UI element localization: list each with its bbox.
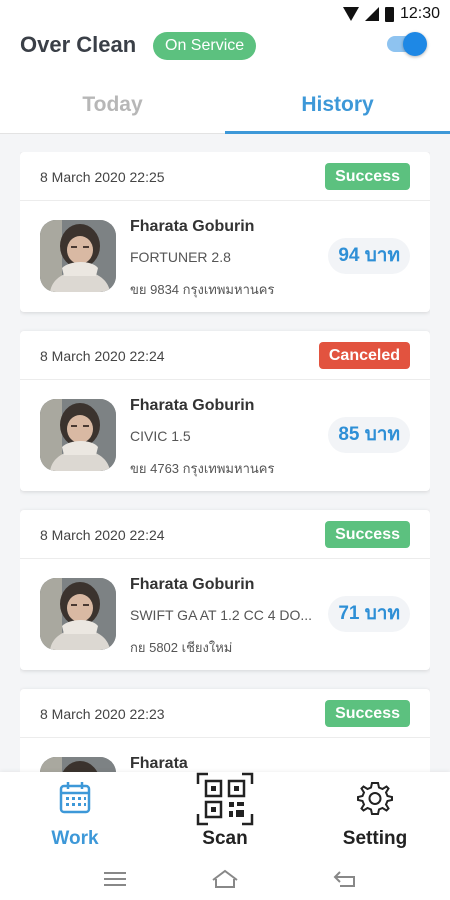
signal-icon	[364, 7, 379, 21]
divider	[20, 379, 430, 380]
battery-icon	[384, 6, 394, 22]
tab-bar: Today History	[0, 82, 450, 134]
order-date: 8 March 2020 22:25	[40, 169, 165, 185]
nav-setting-label: Setting	[342, 828, 408, 849]
app-header: Over Clean On Service	[0, 30, 450, 82]
order-card[interactable]: 8 March 2020 22:23 Success Fharata	[20, 689, 430, 772]
car-model: CIVIC 1.5	[130, 428, 191, 444]
home-icon[interactable]	[210, 866, 240, 892]
customer-name: Fharata	[130, 755, 188, 772]
license-plate: กย 5802 เชียงใหม่	[130, 640, 233, 655]
system-navigation-bar	[0, 860, 450, 900]
service-toggle[interactable]	[385, 32, 427, 56]
order-card[interactable]: 8 March 2020 22:24 Success Fharata Gobur…	[20, 510, 430, 670]
clock-time: 12:30	[399, 5, 440, 22]
calendar-icon	[57, 780, 93, 821]
wifi-icon	[342, 7, 359, 21]
menu-icon[interactable]	[100, 866, 130, 892]
order-card[interactable]: 8 March 2020 22:24 Canceled Fharata Gobu…	[20, 331, 430, 491]
divider	[20, 558, 430, 559]
customer-name: Fharata Goburin	[130, 576, 255, 593]
price-badge: 85 บาท	[328, 417, 410, 453]
order-card[interactable]: 8 March 2020 22:25 Success Fharata Gobur…	[20, 152, 430, 312]
divider	[20, 737, 430, 738]
price-badge: 71 บาท	[328, 596, 410, 632]
order-date: 8 March 2020 22:24	[40, 527, 165, 543]
toggle-knob	[403, 32, 427, 56]
history-list[interactable]: 8 March 2020 22:25 Success Fharata Gobur…	[20, 152, 430, 772]
avatar	[40, 757, 116, 772]
order-date: 8 March 2020 22:23	[40, 706, 165, 722]
avatar	[40, 220, 116, 292]
car-model: SWIFT GA AT 1.2 CC 4 DO...	[130, 607, 313, 623]
tab-today[interactable]: Today	[0, 82, 225, 134]
nav-work-label: Work	[51, 828, 99, 849]
license-plate: ขย 9834 กรุงเทพมหานคร	[130, 282, 275, 297]
qr-code-icon	[196, 772, 254, 831]
order-date: 8 March 2020 22:24	[40, 348, 165, 364]
status-badge: Success	[325, 521, 410, 548]
service-status-badge: On Service	[153, 32, 257, 60]
status-bar: 12:30	[0, 0, 450, 30]
avatar	[40, 399, 116, 471]
back-icon[interactable]	[330, 866, 360, 892]
nav-scan[interactable]: Scan	[150, 772, 300, 860]
status-badge: Success	[325, 700, 410, 727]
nav-work[interactable]: Work	[0, 772, 150, 860]
customer-name: Fharata Goburin	[130, 397, 255, 414]
car-model: FORTUNER 2.8	[130, 249, 231, 265]
gear-icon	[357, 780, 393, 821]
status-icons: 12:30	[342, 5, 440, 23]
tab-history[interactable]: History	[225, 82, 450, 134]
customer-name: Fharata Goburin	[130, 218, 255, 235]
nav-setting[interactable]: Setting	[300, 772, 450, 860]
price-badge: 94 บาท	[328, 238, 410, 274]
app-title: Over Clean	[20, 32, 137, 57]
status-badge: Success	[325, 163, 410, 190]
license-plate: ขย 4763 กรุงเทพมหานคร	[130, 461, 275, 476]
bottom-navigation: Work Scan Setting	[0, 772, 450, 860]
divider	[20, 200, 430, 201]
avatar	[40, 578, 116, 650]
nav-scan-label: Scan	[202, 828, 248, 849]
status-badge: Canceled	[318, 342, 410, 369]
